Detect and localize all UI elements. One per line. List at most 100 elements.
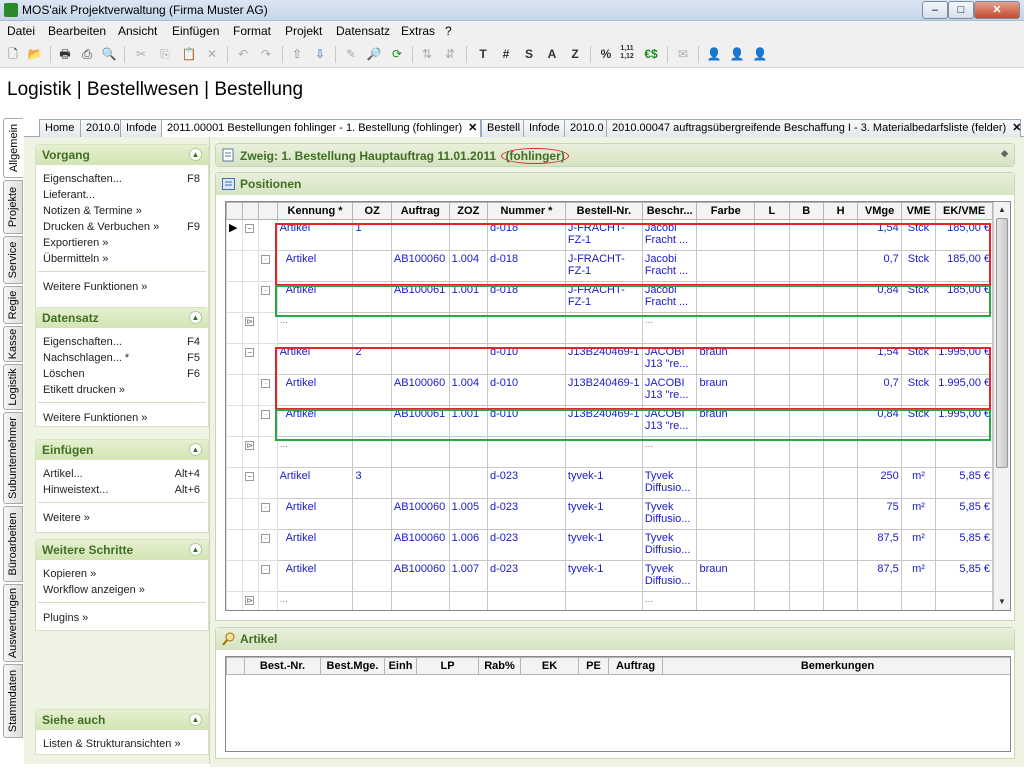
new-row[interactable]: ⊳......: [226, 591, 993, 610]
cell-nummer[interactable]: d-010: [487, 343, 566, 375]
cell-vmge[interactable]: 1,54: [857, 343, 902, 375]
empty-cell[interactable]: [352, 436, 392, 468]
menu-projekt[interactable]: Projekt: [285, 24, 322, 38]
table-row[interactable]: − Artikel 2 d-010 J13B240469-1 JACOBI J13 "re…: [226, 343, 993, 375]
link-listen[interactable]: Listen & Strukturansichten »: [43, 738, 181, 750]
cell-beschr[interactable]: Tyvek Diffusio...: [641, 560, 698, 592]
empty-cell[interactable]: ...: [641, 591, 698, 610]
row-handle-icon[interactable]: ·: [261, 503, 271, 512]
cell-ek[interactable]: 1.995,00 €: [935, 405, 993, 437]
cell-kennung[interactable]: Artikel: [276, 405, 354, 437]
cell-l[interactable]: [754, 498, 790, 530]
vtab-regie[interactable]: Regie: [3, 286, 23, 324]
empty-cell[interactable]: ...: [641, 312, 698, 344]
cell-oz[interactable]: [352, 281, 392, 313]
cell-vmge[interactable]: 1,54: [857, 219, 902, 251]
empty-cell[interactable]: [487, 436, 566, 468]
copy-icon[interactable]: ⎘: [156, 45, 174, 63]
link-drucken[interactable]: Drucken & Verbuchen »: [43, 221, 159, 233]
row-handle-icon[interactable]: ·: [261, 410, 271, 419]
new-row[interactable]: ⊳......: [226, 436, 993, 468]
collapse-icon[interactable]: ▲: [189, 543, 202, 556]
cell-b[interactable]: [788, 250, 824, 282]
expand-icon[interactable]: ◆: [1001, 148, 1008, 159]
user-yellow-icon[interactable]: 👤: [728, 45, 746, 63]
empty-cell[interactable]: [857, 436, 902, 468]
cell-vme[interactable]: m²: [900, 467, 937, 499]
empty-cell[interactable]: [448, 436, 489, 468]
link-plugins[interactable]: Plugins »: [43, 612, 88, 624]
link-uebermitteln[interactable]: Übermitteln »: [43, 253, 108, 265]
tab-home[interactable]: Home: [39, 119, 83, 137]
empty-cell[interactable]: [390, 591, 450, 610]
cell-beschr[interactable]: Tyvek Diffusio...: [641, 467, 698, 499]
empty-cell[interactable]: [352, 312, 392, 344]
link-artikel[interactable]: Artikel...: [43, 468, 83, 480]
new-row[interactable]: ⊳......: [226, 312, 993, 344]
vtab-stammdaten[interactable]: Stammdaten: [3, 664, 23, 738]
delete-icon[interactable]: ✕: [203, 45, 221, 63]
link-etikett[interactable]: Etikett drucken »: [43, 384, 125, 396]
cell-zoz[interactable]: 1.001: [448, 281, 489, 313]
table-row[interactable]: · Artikel AB100061 1.001 d-010 J13B240469-1 JA…: [226, 405, 993, 437]
preview-icon[interactable]: 🔍: [100, 45, 118, 63]
vtab-allgemein[interactable]: Allgemein: [3, 118, 23, 178]
empty-cell[interactable]: [788, 436, 824, 468]
column-header[interactable]: LP: [416, 657, 479, 675]
column-header[interactable]: Bemerkungen: [662, 657, 1010, 675]
tab-doc-2[interactable]: 2010.0: [564, 119, 608, 137]
cell-oz[interactable]: [352, 560, 392, 592]
column-header[interactable]: Best.-Nr.: [244, 657, 321, 675]
undo-icon[interactable]: ↶: [234, 45, 252, 63]
row-handle-icon[interactable]: ·: [261, 286, 271, 295]
new-icon[interactable]: 🗋: [4, 45, 22, 63]
column-header[interactable]: B: [788, 202, 824, 220]
table-row[interactable]: · Artikel AB100060 1.007 d-023 tyvek-1 Tyvek D…: [226, 560, 993, 592]
empty-cell[interactable]: [754, 591, 790, 610]
link-workflow[interactable]: Workflow anzeigen »: [43, 584, 145, 596]
cell-auftrag[interactable]: AB100060: [390, 529, 450, 561]
column-header[interactable]: Auftrag: [390, 202, 450, 220]
column-header[interactable]: L: [754, 202, 790, 220]
cell-vme[interactable]: Stck: [900, 374, 937, 406]
tab-info-1[interactable]: Infode: [120, 119, 164, 137]
cell-kennung[interactable]: Artikel: [276, 343, 354, 375]
cell-l[interactable]: [754, 560, 790, 592]
cell-zoz[interactable]: 1.004: [448, 374, 489, 406]
cell-beschr[interactable]: Jacobi Fracht ...: [641, 281, 698, 313]
column-header[interactable]: Best.Mge.: [320, 657, 385, 675]
vtab-service[interactable]: Service: [3, 236, 23, 284]
cell-l[interactable]: [754, 250, 790, 282]
vtab-logistik[interactable]: Logistik: [3, 364, 23, 410]
decimal-button[interactable]: 1,11 1,12: [618, 45, 636, 63]
cell-b[interactable]: [788, 405, 824, 437]
cell-oz[interactable]: [352, 529, 392, 561]
empty-cell[interactable]: [564, 436, 643, 468]
cell-kennung[interactable]: Artikel: [276, 250, 354, 282]
cell-beschr[interactable]: Tyvek Diffusio...: [641, 529, 698, 561]
cell-ek[interactable]: 185,00 €: [935, 250, 993, 282]
menu-help[interactable]: ?: [445, 24, 452, 38]
cell-vmge[interactable]: 0,84: [857, 405, 902, 437]
sort-desc-icon[interactable]: ⇵: [441, 45, 459, 63]
cell-vmge[interactable]: 0,7: [857, 250, 902, 282]
currency-button[interactable]: €$: [642, 45, 660, 63]
table-row[interactable]: · Artikel AB100060 1.004 d-010 J13B240469-1 JA…: [226, 374, 993, 406]
print-multi-icon[interactable]: ⎙: [78, 45, 96, 63]
empty-cell[interactable]: [564, 591, 643, 610]
cell-nummer[interactable]: d-023: [487, 467, 566, 499]
empty-cell[interactable]: [448, 591, 489, 610]
cell-nummer[interactable]: d-010: [487, 405, 566, 437]
empty-cell[interactable]: [788, 591, 824, 610]
cell-ek[interactable]: 1.995,00 €: [935, 343, 993, 375]
cell-bestellnr[interactable]: J13B240469-1: [564, 343, 643, 375]
table-row[interactable]: · Artikel AB100060 1.004 d-018 J-FRACHT-FZ-1 J…: [226, 250, 993, 282]
empty-cell[interactable]: ...: [276, 591, 354, 610]
redo-icon[interactable]: ↷: [257, 45, 275, 63]
collapse-icon[interactable]: ▲: [189, 713, 202, 726]
column-header[interactable]: Nummer *: [487, 202, 566, 220]
empty-cell[interactable]: ...: [276, 312, 354, 344]
table-row[interactable]: · Artikel AB100060 1.006 d-023 tyvek-1 Tyvek D…: [226, 529, 993, 561]
cell-bestellnr[interactable]: J-FRACHT-FZ-1: [564, 281, 643, 313]
empty-cell[interactable]: [487, 312, 566, 344]
